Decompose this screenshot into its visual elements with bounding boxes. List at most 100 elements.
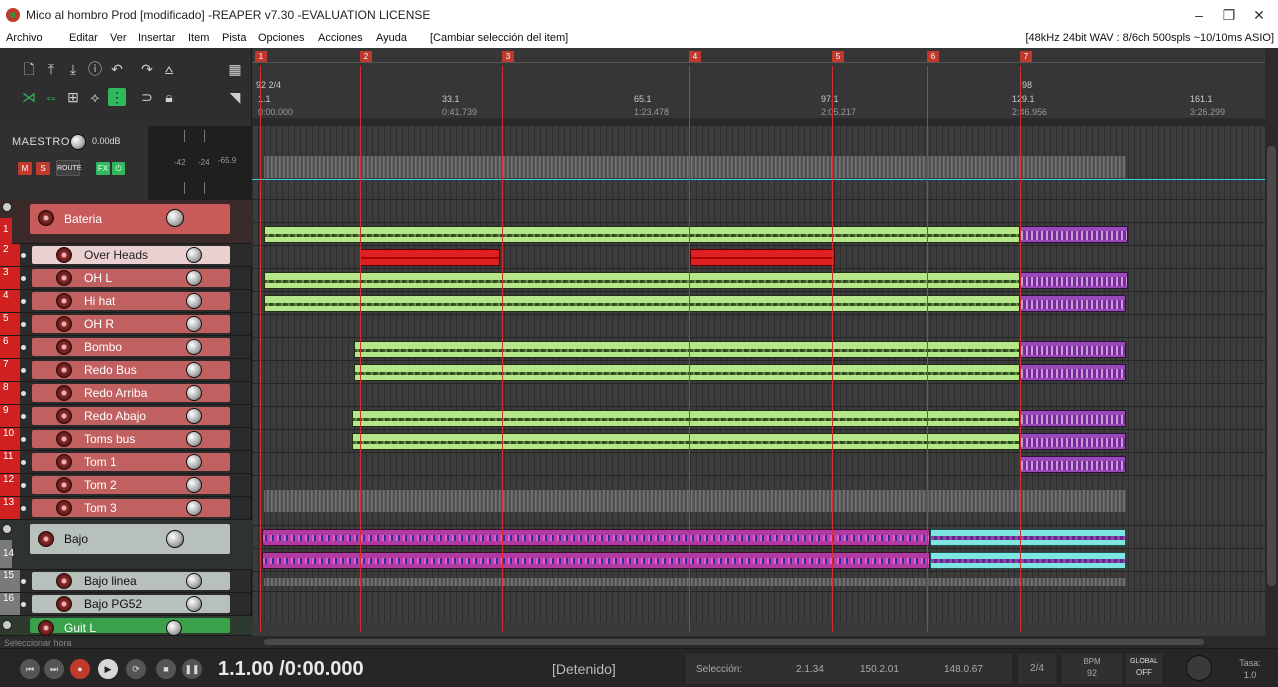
playrate-knob[interactable] [1186,655,1212,681]
track-name[interactable]: Redo Arriba [84,386,147,400]
track-volume-knob[interactable] [186,477,202,493]
track-name[interactable]: Hi hat [84,294,115,308]
marker-flag[interactable]: 3 [502,51,514,62]
track-name[interactable]: Redo Bus [84,363,137,377]
track-header[interactable] [30,618,230,633]
master-fx-power-icon[interactable]: ⏻ [112,162,125,175]
media-item[interactable] [354,341,1020,358]
metronome-icon[interactable]: ⩟ [160,60,178,78]
bpm-value[interactable]: 92 [1062,668,1122,678]
record-arm-button[interactable] [56,477,72,493]
horizontal-scroll-thumb[interactable] [264,639,1204,645]
media-item[interactable] [1020,295,1126,312]
rate-display[interactable]: Tasa: 1.0 [1228,654,1272,684]
menu-acciones[interactable]: Acciones [318,32,363,44]
media-item[interactable] [354,364,1020,381]
record-arm-button[interactable] [56,500,72,516]
play-button[interactable]: ▶ [98,659,118,679]
close-button[interactable]: ✕ [1244,4,1274,26]
track-row[interactable]: 6 Bombo [0,336,252,359]
media-item[interactable] [1020,410,1126,427]
record-arm-button[interactable] [38,210,54,226]
track-volume-knob[interactable] [186,408,202,424]
track-volume-knob[interactable] [166,530,184,548]
track-row[interactable]: 7 Redo Bus [0,359,252,382]
media-item[interactable] [264,295,1020,312]
track-lane-tom-3[interactable] [252,453,1265,476]
undo-icon[interactable]: ↶ [108,60,126,78]
track-volume-knob[interactable] [186,573,202,589]
selection-start[interactable]: 2.1.34 [796,664,824,675]
track-name[interactable]: OH R [84,317,114,331]
master-route-button[interactable]: ROUTE [56,160,82,176]
track-name[interactable]: Redo Abajo [84,409,146,423]
folder-collapse-icon[interactable] [2,620,12,630]
track-name[interactable]: Guit L [64,621,96,635]
auto-crossfade-icon[interactable]: ⟡ [86,88,104,106]
media-item[interactable] [1020,433,1126,450]
track-row[interactable]: 16 Bajo PG52 [0,593,252,616]
media-item[interactable] [262,529,930,546]
track-volume-knob[interactable] [186,316,202,332]
new-project-icon[interactable]: 🗋 [20,60,38,78]
track-row[interactable]: 10 Toms bus [0,428,252,451]
track-lane-redo-abajo[interactable] [252,361,1265,384]
track-lane-redo-arriba[interactable] [252,338,1265,361]
track-name[interactable]: Tom 1 [84,455,117,469]
menu-editar[interactable]: Editar [69,32,98,44]
track-lane-toms-bus[interactable] [252,384,1265,407]
track-row[interactable]: 14 Bajo [0,520,252,570]
track-volume-knob[interactable] [186,454,202,470]
item-grouping-icon[interactable]: ⇔ [42,88,60,106]
track-row[interactable]: 15 Bajo linea [0,570,252,593]
stop-button[interactable]: ■ [156,659,176,679]
record-arm-button[interactable] [56,454,72,470]
menu-action-hint[interactable]: [Cambiar selección del item] [430,32,568,44]
bpm-display[interactable]: BPM 92 [1062,654,1122,684]
snap-grid-icon[interactable]: ⋮ [108,88,126,106]
track-row[interactable]: 13 Tom 3 [0,497,252,520]
menu-archivo[interactable]: Archivo [6,32,43,44]
track-lane-tom-1[interactable] [252,407,1265,430]
media-item[interactable] [262,552,930,569]
track-lanes[interactable] [252,126,1265,622]
master-mute-button[interactable]: M [18,162,32,175]
horizontal-scrollbar[interactable] [252,636,1278,648]
repeat-icon[interactable]: ⟳ [126,659,146,679]
go-to-end-icon[interactable]: ⏭ [44,659,64,679]
track-lane-oh-r[interactable] [252,269,1265,292]
record-arm-button[interactable] [38,620,54,636]
track-row[interactable]: 12 Tom 2 [0,474,252,497]
media-item[interactable] [352,433,1020,450]
track-lane-bateria[interactable] [252,126,1265,200]
track-row[interactable]: 8 Redo Arriba [0,382,252,405]
record-arm-button[interactable] [56,431,72,447]
audio-device-status[interactable]: [48kHz 24bit WAV : 8/6ch 500spls ~10/10m… [1025,32,1274,44]
track-lane-redo-bus[interactable] [252,315,1265,338]
media-item[interactable] [690,249,835,266]
track-header[interactable] [30,524,230,554]
menu-pista[interactable]: Pista [222,32,246,44]
media-item[interactable] [1020,456,1126,473]
track-name[interactable]: Bajo linea [84,574,137,588]
track-lane-bajo-pg52[interactable] [252,549,1265,572]
tempo-marker-label[interactable]: 98 [1022,80,1032,90]
media-item[interactable] [930,529,1126,546]
marker-flag[interactable]: 7 [1020,51,1032,62]
track-volume-knob[interactable] [166,209,184,227]
track-row[interactable]: 11 Tom 1 [0,451,252,474]
menu-insertar[interactable]: Insertar [138,32,175,44]
track-name[interactable]: Bajo PG52 [84,597,142,611]
track-volume-knob[interactable] [166,620,182,636]
menu-item[interactable]: Item [188,32,209,44]
loop-icon[interactable]: ⊃ [138,88,156,106]
menu-opciones[interactable]: Opciones [258,32,304,44]
global-automation[interactable]: GLOBAL OFF [1126,654,1162,684]
track-row[interactable]: 3 OH L [0,267,252,290]
marker-flag[interactable]: 4 [689,51,701,62]
record-arm-button[interactable] [56,596,72,612]
marker-flag[interactable]: 2 [360,51,372,62]
master-volume-knob[interactable] [70,134,86,150]
record-arm-button[interactable] [56,573,72,589]
track-lane-hi-hat[interactable] [252,246,1265,269]
